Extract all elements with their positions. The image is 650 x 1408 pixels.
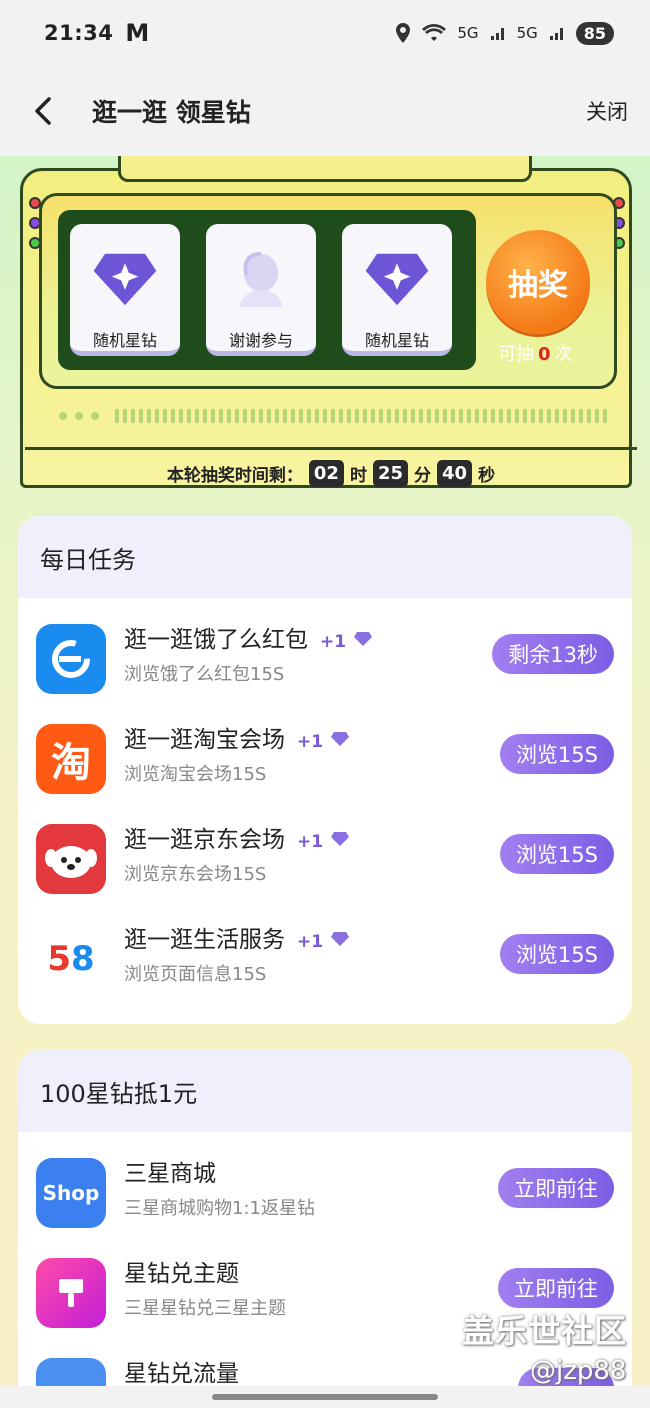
diamond-icon bbox=[93, 253, 157, 306]
taobao-icon: 淘 bbox=[36, 724, 106, 794]
task-reward: +1 bbox=[297, 932, 324, 952]
redeem-card: 100星钻抵1元 Shop 三星商城 三星商城购物1:1返星钻 立即前往 星钻兑… bbox=[18, 1050, 632, 1408]
task-browse-button[interactable]: 浏览15S bbox=[499, 834, 614, 874]
task-reward: +1 bbox=[297, 732, 324, 752]
countdown-timer: 本轮抽奖时间剩： 02 时 25 分 40 秒 bbox=[25, 447, 637, 497]
network-label-1: 5G bbox=[457, 24, 479, 42]
watermark-handle: @jzp88 bbox=[530, 1356, 627, 1386]
task-title: 逛一逛淘宝会场 +1 bbox=[124, 720, 350, 754]
timer-label: 本轮抽奖时间剩： bbox=[166, 466, 303, 486]
app-header: 逛一逛 领星钻 关闭 bbox=[0, 66, 650, 156]
daily-tasks-title: 每日任务 bbox=[18, 516, 632, 598]
task-title-text: 逛一逛饿了么红包 bbox=[124, 627, 308, 653]
task-desc: 浏览京东会场15S bbox=[124, 864, 267, 885]
timer-hours-unit: 时 bbox=[349, 466, 367, 486]
redeem-title-text: 星钻兑主题 bbox=[124, 1261, 239, 1287]
status-time: 21:34 bbox=[44, 21, 114, 45]
wifi-icon bbox=[422, 24, 447, 41]
reel-label: 谢谢参与 bbox=[228, 331, 293, 350]
task-browse-button[interactable]: 浏览15S bbox=[499, 734, 614, 774]
task-row: 淘 逛一逛淘宝会场 +1 浏览淘宝会场15S 浏览15S bbox=[18, 710, 632, 810]
network-label-2: 5G bbox=[516, 24, 538, 42]
diamond-icon bbox=[331, 932, 350, 946]
task-desc: 浏览饿了么红包15S bbox=[124, 664, 285, 685]
redeem-desc: 三星商城购物1:1返星钻 bbox=[124, 1198, 315, 1219]
lottery-machine: 随机星钻 谢谢参与 随机星钻 抽奖 可抽 0 次 本轮抽奖时间剩： 02 时 2… bbox=[18, 156, 637, 490]
location-icon bbox=[396, 23, 411, 43]
go-now-button[interactable]: 立即前往 bbox=[498, 1268, 614, 1308]
signal-icon bbox=[490, 28, 504, 40]
task-title-text: 逛一逛京东会场 bbox=[124, 827, 285, 853]
draw-remaining: 可抽 0 次 bbox=[498, 340, 573, 366]
task-reward: +1 bbox=[320, 632, 347, 652]
thanks-icon bbox=[239, 251, 283, 307]
redeem-title-text: 三星商城 bbox=[124, 1161, 216, 1187]
decor-dot bbox=[75, 412, 83, 420]
battery-indicator: 85 bbox=[575, 21, 614, 45]
close-button[interactable]: 关闭 bbox=[586, 96, 628, 126]
task-countdown-button[interactable]: 剩余13秒 bbox=[492, 634, 614, 674]
draw-remaining-suffix: 次 bbox=[554, 344, 573, 365]
status-bar: 21:34 M 5G 5G 85 bbox=[0, 0, 650, 66]
task-desc: 浏览页面信息15S bbox=[124, 964, 267, 985]
page-title: 逛一逛 领星钻 bbox=[92, 98, 251, 127]
task-reward: +1 bbox=[297, 832, 324, 852]
timer-minutes: 25 bbox=[372, 460, 409, 487]
decor-dot bbox=[59, 412, 67, 420]
redeem-row: Shop 三星商城 三星商城购物1:1返星钻 立即前往 bbox=[18, 1144, 632, 1244]
reel-label: 随机星钻 bbox=[92, 331, 157, 350]
diamond-icon bbox=[331, 732, 350, 746]
task-row: 逛一逛饿了么红包 +1 浏览饿了么红包15S 剩余13秒 bbox=[18, 610, 632, 710]
decor-dot bbox=[91, 412, 99, 420]
signal-icon bbox=[549, 28, 563, 40]
system-nav-bar bbox=[0, 1386, 650, 1408]
reel-card: 随机星钻 bbox=[70, 224, 180, 356]
reel-card: 谢谢参与 bbox=[206, 224, 316, 356]
task-title-text: 逛一逛生活服务 bbox=[124, 927, 285, 953]
timer-minutes-unit: 分 bbox=[414, 466, 432, 486]
machine-inner-panel: 随机星钻 谢谢参与 随机星钻 抽奖 可抽 0 次 bbox=[39, 193, 617, 389]
daily-tasks-card: 每日任务 逛一逛饿了么红包 +1 浏览饿了么红包15S 剩余13秒 淘 逛一逛淘宝… bbox=[18, 516, 632, 1024]
eleme-icon bbox=[36, 624, 106, 694]
home-gesture-handle[interactable] bbox=[212, 1394, 438, 1400]
task-title: 逛一逛饿了么红包 +1 bbox=[124, 620, 373, 654]
task-row: 58 逛一逛生活服务 +1 浏览页面信息15S 浏览15S bbox=[18, 910, 632, 1010]
redeem-desc: 三星星钻兑三星主题 bbox=[124, 1298, 286, 1319]
task-browse-button[interactable]: 浏览15S bbox=[499, 934, 614, 974]
machine-body: 随机星钻 谢谢参与 随机星钻 抽奖 可抽 0 次 本轮抽奖时间剩： 02 时 2… bbox=[20, 168, 637, 488]
reel-board: 随机星钻 谢谢参与 随机星钻 bbox=[58, 210, 476, 370]
machine-top-ledge bbox=[118, 156, 532, 182]
watermark-text: 盖乐世社区 bbox=[462, 1312, 628, 1350]
timer-seconds-unit: 秒 bbox=[478, 466, 496, 486]
jd-icon bbox=[36, 824, 106, 894]
status-right: 5G 5G 85 bbox=[395, 21, 614, 45]
task-row: 逛一逛京东会场 +1 浏览京东会场15S 浏览15S bbox=[18, 810, 632, 910]
reel-label: 随机星钻 bbox=[364, 331, 429, 350]
draw-remaining-prefix: 可抽 bbox=[498, 344, 534, 365]
diamond-icon bbox=[354, 632, 373, 646]
task-title: 逛一逛生活服务 +1 bbox=[124, 920, 350, 954]
timer-hours: 02 bbox=[308, 460, 344, 487]
draw-remaining-count: 0 bbox=[538, 344, 551, 365]
redeem-title-text: 星钻兑流量 bbox=[124, 1361, 239, 1387]
go-now-button[interactable]: 立即前往 bbox=[498, 1168, 614, 1208]
redeem-title: 100星钻抵1元 bbox=[18, 1050, 632, 1132]
timer-seconds: 40 bbox=[437, 460, 473, 487]
diamond-icon bbox=[331, 832, 350, 846]
reel-card: 随机星钻 bbox=[342, 224, 452, 356]
58-icon: 58 bbox=[36, 924, 106, 994]
gmail-icon: M bbox=[125, 19, 150, 47]
task-desc: 浏览淘宝会场15S bbox=[124, 764, 267, 785]
task-title-text: 逛一逛淘宝会场 bbox=[124, 727, 285, 753]
machine-vent bbox=[115, 409, 611, 423]
back-arrow-icon[interactable] bbox=[28, 96, 58, 126]
diamond-icon bbox=[365, 253, 429, 306]
theme-brush-icon bbox=[36, 1258, 106, 1328]
shop-icon: Shop bbox=[36, 1158, 106, 1228]
task-title: 逛一逛京东会场 +1 bbox=[124, 820, 350, 854]
draw-button[interactable]: 抽奖 bbox=[486, 230, 590, 334]
